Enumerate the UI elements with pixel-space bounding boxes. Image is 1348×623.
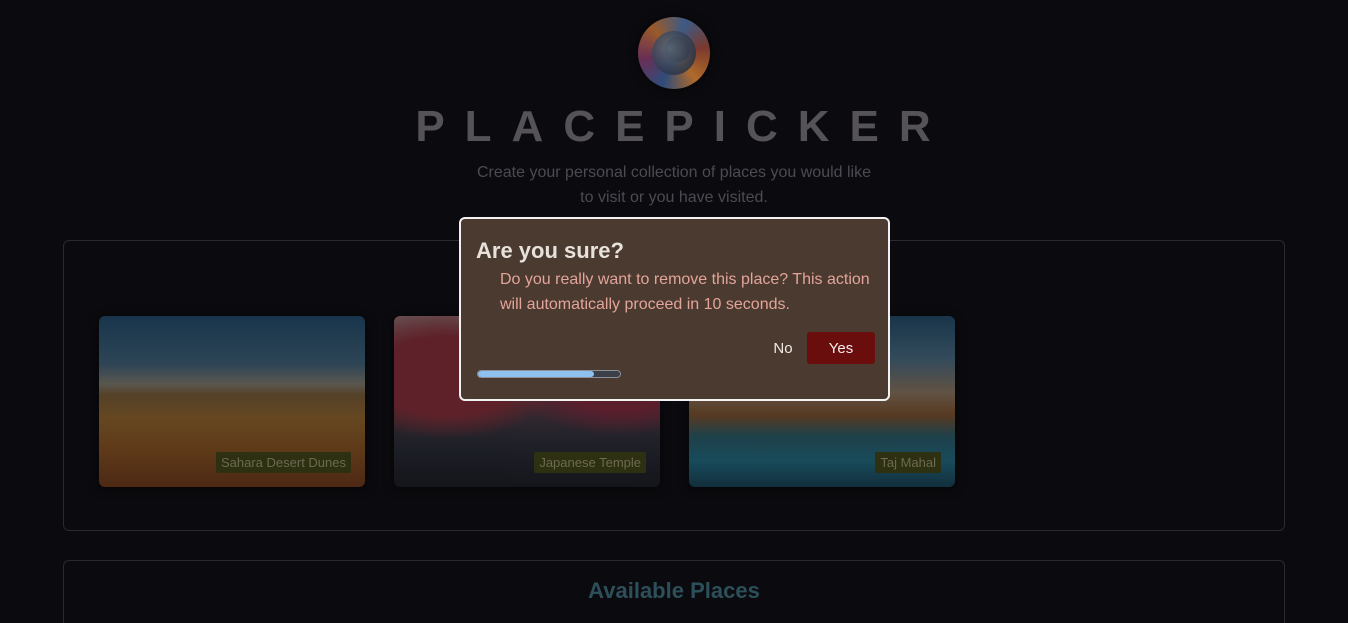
page-subtitle: Create your personal collection of place… xyxy=(477,164,871,206)
place-label: Taj Mahal xyxy=(875,452,941,473)
countdown-progress-fill xyxy=(478,371,595,377)
yes-button[interactable]: Yes xyxy=(807,332,875,364)
globe-icon xyxy=(638,17,710,89)
app-page: PLACEPICKER Create your personal collect… xyxy=(0,0,1348,623)
place-label: Sahara Desert Dunes xyxy=(215,452,351,473)
no-button[interactable]: No xyxy=(763,332,803,364)
page-title: PLACEPICKER xyxy=(415,102,951,151)
available-places-heading: Available Places xyxy=(588,578,760,603)
dialog-message: Do you really want to remove this place?… xyxy=(500,271,870,313)
countdown-progress xyxy=(477,370,621,378)
place-card[interactable]: Sahara Desert Dunes xyxy=(99,316,365,487)
place-label: Japanese Temple xyxy=(534,452,646,473)
confirm-dialog: Are you sure? Do you really want to remo… xyxy=(459,217,890,401)
dialog-title: Are you sure? xyxy=(476,238,624,263)
available-places-section: Available Places xyxy=(63,560,1285,623)
